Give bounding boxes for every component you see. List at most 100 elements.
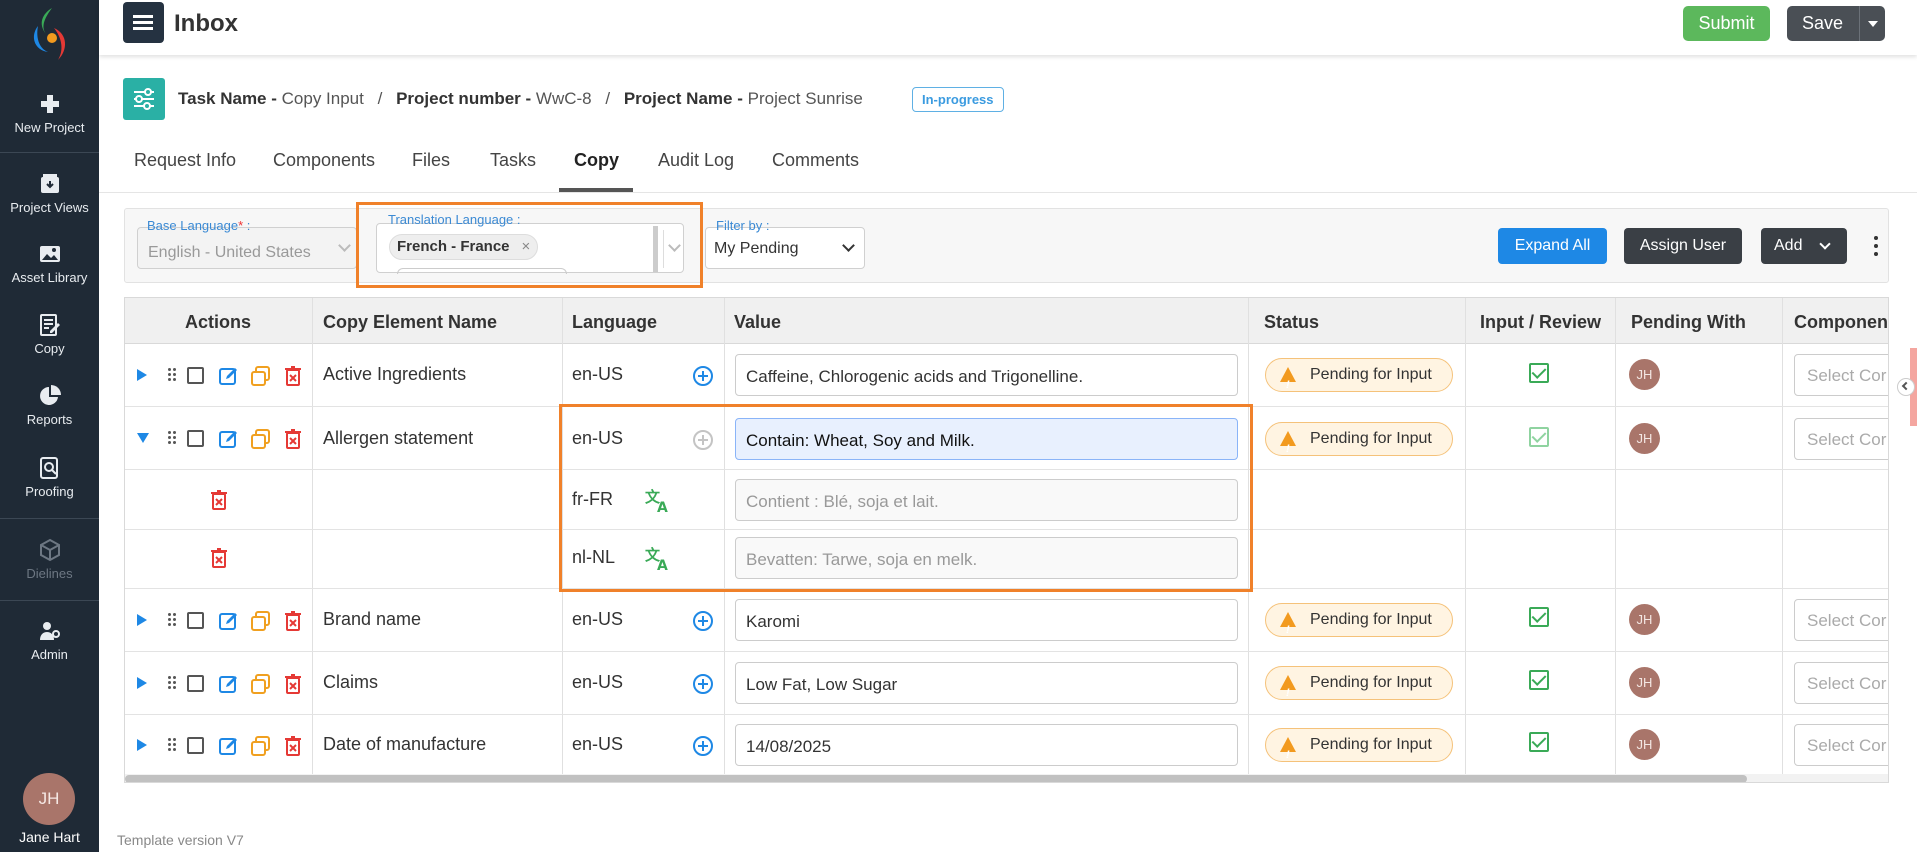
sidebar-item-copy[interactable]: Copy	[0, 313, 99, 356]
value-input[interactable]: 14/08/2025	[735, 724, 1238, 766]
component-select[interactable]: Select Cor	[1794, 662, 1888, 704]
delete-icon[interactable]	[283, 674, 303, 694]
add-translation-icon[interactable]	[693, 674, 713, 694]
expand-all-button[interactable]: Expand All	[1498, 228, 1607, 264]
translation-value-input[interactable]: Contient : Blé, soja et lait.	[735, 479, 1238, 521]
sidebar-item-proofing[interactable]: Proofing	[0, 456, 99, 499]
delete-icon[interactable]	[209, 490, 229, 510]
column-header-pending-with[interactable]: Pending With	[1631, 312, 1746, 333]
assign-user-button[interactable]: Assign User	[1624, 228, 1742, 264]
app-logo[interactable]	[24, 4, 76, 64]
component-select[interactable]: Select Cor	[1794, 418, 1888, 460]
value-input[interactable]: Karomi	[735, 599, 1238, 641]
translate-icon[interactable]: 文A	[645, 545, 673, 571]
edit-icon[interactable]	[219, 736, 239, 756]
add-translation-icon[interactable]	[693, 611, 713, 631]
input-review-check-icon[interactable]	[1529, 670, 1549, 690]
input-review-check-icon[interactable]	[1529, 363, 1549, 383]
component-select[interactable]: Select Cor	[1794, 724, 1888, 766]
duplicate-icon[interactable]	[251, 429, 271, 449]
chip-list-scrollbar[interactable]	[653, 226, 658, 272]
chevron-down-icon[interactable]	[668, 239, 681, 252]
component-select[interactable]: Select Cor	[1794, 599, 1888, 641]
sidebar-item-new-project[interactable]: New Project	[0, 92, 99, 135]
value-input[interactable]: Contain: Wheat, Soy and Milk.	[735, 418, 1238, 460]
duplicate-icon[interactable]	[251, 611, 271, 631]
duplicate-icon[interactable]	[251, 736, 271, 756]
save-dropdown-toggle[interactable]	[1859, 6, 1885, 41]
filter-by-select[interactable]: My Pending	[705, 227, 865, 269]
row-checkbox[interactable]	[187, 675, 204, 692]
sidebar-item-reports[interactable]: Reports	[0, 384, 99, 427]
component-select[interactable]: Select Cor	[1794, 354, 1888, 396]
base-language-select[interactable]: English - United States	[137, 227, 357, 269]
task-settings-button[interactable]	[123, 78, 165, 120]
delete-icon[interactable]	[283, 366, 303, 386]
column-header-component[interactable]: Componen	[1794, 312, 1888, 333]
scrollbar-thumb[interactable]	[125, 775, 1747, 782]
column-header-language[interactable]: Language	[572, 312, 657, 333]
user-avatar[interactable]: JH	[23, 773, 75, 825]
drag-handle-icon[interactable]	[168, 738, 176, 752]
tab-tasks[interactable]: Tasks	[490, 150, 536, 171]
language-code: en-US	[572, 672, 624, 692]
translate-icon[interactable]: 文A	[645, 487, 673, 513]
delete-icon[interactable]	[283, 736, 303, 756]
horizontal-scrollbar[interactable]	[125, 774, 1888, 782]
collapse-row-icon[interactable]	[137, 433, 149, 443]
menu-button[interactable]	[123, 2, 164, 43]
tab-request-info[interactable]: Request Info	[134, 150, 236, 171]
input-review-check-icon[interactable]	[1529, 732, 1549, 752]
add-button[interactable]: Add	[1761, 228, 1847, 264]
edit-icon[interactable]	[219, 674, 239, 694]
column-header-value[interactable]: Value	[734, 312, 781, 333]
tab-comments[interactable]: Comments	[772, 150, 859, 171]
sidebar-item-admin[interactable]: Admin	[0, 619, 99, 662]
duplicate-icon[interactable]	[251, 674, 271, 694]
sidebar-item-asset-library[interactable]: Asset Library	[0, 242, 99, 285]
input-review-check-icon[interactable]	[1529, 607, 1549, 627]
row-checkbox[interactable]	[187, 367, 204, 384]
row-checkbox[interactable]	[187, 737, 204, 754]
expand-row-icon[interactable]	[137, 677, 147, 689]
expand-row-icon[interactable]	[137, 369, 147, 381]
delete-icon[interactable]	[283, 611, 303, 631]
chip-remove-icon[interactable]: ×	[522, 238, 531, 255]
column-header-input-review[interactable]: Input / Review	[1480, 312, 1601, 333]
value-input[interactable]: Caffeine, Chlorogenic acids and Trigonel…	[735, 354, 1238, 396]
drag-handle-icon[interactable]	[168, 368, 176, 382]
translation-language-select[interactable]: French - France ×	[376, 223, 684, 274]
more-options-icon[interactable]	[1866, 233, 1886, 259]
sidebar-item-label: Copy	[34, 341, 65, 356]
drag-handle-icon[interactable]	[168, 431, 176, 445]
expand-row-icon[interactable]	[137, 614, 147, 626]
value-input[interactable]: Low Fat, Low Sugar	[735, 662, 1238, 704]
input-review-check-icon[interactable]	[1529, 427, 1549, 447]
row-checkbox[interactable]	[187, 612, 204, 629]
tab-files[interactable]: Files	[412, 150, 450, 171]
drag-handle-icon[interactable]	[168, 613, 176, 627]
add-translation-icon[interactable]	[693, 736, 713, 756]
duplicate-icon[interactable]	[251, 366, 271, 386]
column-header-status[interactable]: Status	[1264, 312, 1319, 333]
chevron-down-icon	[1819, 238, 1831, 250]
row-checkbox[interactable]	[187, 430, 204, 447]
collapse-panel-button[interactable]	[1897, 378, 1915, 396]
tab-audit-log[interactable]: Audit Log	[658, 150, 734, 171]
column-header-copy-element-name[interactable]: Copy Element Name	[323, 312, 497, 333]
save-button[interactable]: Save	[1787, 6, 1885, 41]
edit-icon[interactable]	[219, 611, 239, 631]
expand-row-icon[interactable]	[137, 739, 147, 751]
edit-icon[interactable]	[219, 366, 239, 386]
tab-copy[interactable]: Copy	[574, 150, 619, 171]
delete-icon[interactable]	[209, 548, 229, 568]
add-translation-icon[interactable]	[693, 366, 713, 386]
translation-value-input[interactable]: Bevatten: Tarwe, soja en melk.	[735, 537, 1238, 579]
tab-components[interactable]: Components	[273, 150, 375, 171]
submit-button[interactable]: Submit	[1683, 6, 1770, 41]
sidebar-item-project-views[interactable]: Project Views	[0, 172, 99, 215]
delete-icon[interactable]	[283, 429, 303, 449]
edit-icon[interactable]	[219, 429, 239, 449]
drag-handle-icon[interactable]	[168, 676, 176, 690]
sidebar-item-label: Project Views	[10, 200, 89, 215]
